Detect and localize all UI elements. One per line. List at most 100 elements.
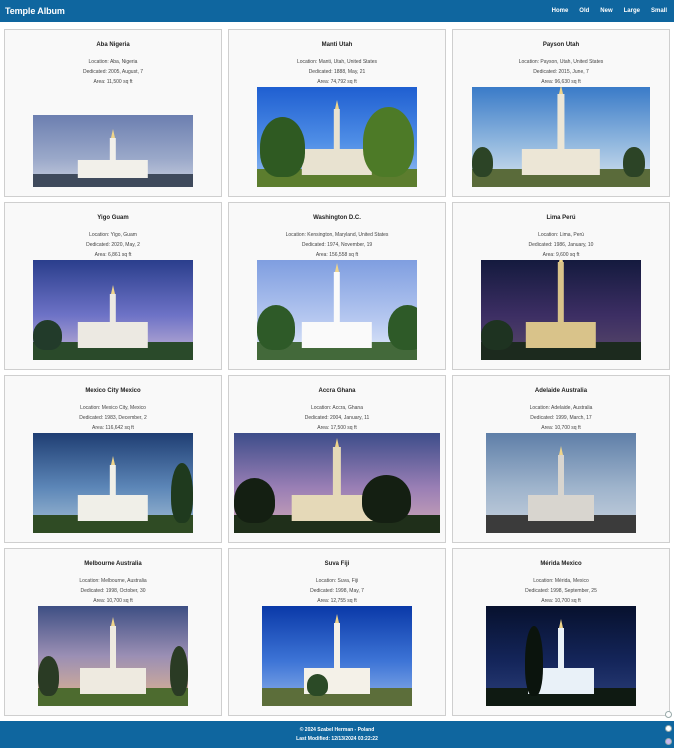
temple-location: Location: Mérida, Mexico xyxy=(533,578,589,584)
temple-name: Accra Ghana xyxy=(318,388,356,394)
browser-extension-icon[interactable] xyxy=(665,711,672,718)
tree xyxy=(307,674,328,696)
temple-building xyxy=(80,668,146,694)
tree xyxy=(472,147,494,177)
temple-name: Washington D.C. xyxy=(313,215,361,221)
temple-spire xyxy=(557,94,565,149)
temple-dedicated: Dedicated: 2004, January, 11 xyxy=(304,415,370,421)
site-header: Temple Album Home Old New Large Small xyxy=(0,0,674,22)
temple-photo[interactable] xyxy=(257,260,417,360)
temple-dedicated: Dedicated: 1983, December, 2 xyxy=(79,415,147,421)
temple-area: Area: 9,600 sq ft xyxy=(542,252,580,258)
temple-area: Area: 11,500 sq ft xyxy=(93,79,133,85)
temple-area: Area: 116,642 sq ft xyxy=(92,425,134,431)
temple-spire xyxy=(332,447,342,495)
tree xyxy=(388,305,417,350)
temple-spire xyxy=(109,138,117,160)
nav-new-link[interactable]: New xyxy=(600,8,612,14)
temple-area: Area: 6,861 sq ft xyxy=(94,252,132,258)
angel-moroni-statue xyxy=(559,260,563,262)
temple-location: Location: Payson, Utah, United States xyxy=(518,59,604,65)
temple-name: Adelaide Australia xyxy=(534,388,588,394)
temple-spire xyxy=(334,623,340,668)
temple-building xyxy=(77,322,149,348)
temple-location: Location: Melbourne, Australia xyxy=(79,578,147,584)
angel-moroni-statue xyxy=(335,263,339,272)
temple-photo[interactable] xyxy=(38,606,188,706)
temple-photo[interactable] xyxy=(234,433,440,533)
tree xyxy=(38,656,59,696)
tree xyxy=(525,626,543,696)
assistant-icon[interactable] xyxy=(665,738,672,745)
nav-old-link[interactable]: Old xyxy=(579,8,589,14)
temple-card: Melbourne Australia Location: Melbourne, … xyxy=(4,548,222,716)
site-title[interactable]: Temple Album xyxy=(5,6,65,16)
temple-dedicated: Dedicated: 1986, January, 10 xyxy=(528,242,594,248)
site-footer: © 2024 Szabel Herman - Poland Last Modif… xyxy=(0,721,674,748)
temple-grid: Aba Nigeria Location: Aba, Nigeria Dedicat… xyxy=(4,29,670,716)
temple-building xyxy=(521,149,601,175)
temple-location: Location: Suva, Fiji xyxy=(315,578,359,584)
tree xyxy=(170,463,193,523)
temple-photo[interactable] xyxy=(33,115,193,187)
nav-small-link[interactable]: Small xyxy=(651,8,667,14)
temple-dedicated: Dedicated: 1974, November, 19 xyxy=(301,242,373,248)
temple-location: Location: Manti, Utah, United States xyxy=(296,59,378,65)
angel-moroni-statue xyxy=(559,87,563,94)
temple-dedicated: Dedicated: 2005, August, 7 xyxy=(82,69,144,75)
temple-dedicated: Dedicated: 1998, September, 25 xyxy=(525,588,597,594)
last-modified-text: Last Modified: 12/13/2024 03:22:22 xyxy=(296,736,378,742)
temple-dedicated: Dedicated: 1999, March, 17 xyxy=(530,415,592,421)
temple-card: Washington D.C. Location: Kensington, Mar… xyxy=(228,202,446,370)
temple-name: Mexico City Mexico xyxy=(85,388,141,394)
angel-moroni-statue xyxy=(335,614,339,623)
temple-card: Lima Perú Location: Lima, Perú Dedicated: … xyxy=(452,202,670,370)
temple-photo[interactable] xyxy=(33,433,193,533)
temple-card: Mérida Mexico Location: Mérida, Mexico Ded… xyxy=(452,548,670,716)
temple-photo[interactable] xyxy=(481,260,641,360)
temple-building xyxy=(301,149,373,175)
temple-photo[interactable] xyxy=(472,87,650,187)
temple-photo[interactable] xyxy=(257,87,417,187)
temple-name: Aba Nigeria xyxy=(96,42,130,48)
temple-area: Area: 74,792 sq ft xyxy=(317,79,357,85)
angel-moroni-statue xyxy=(111,456,115,465)
temple-location: Location: Accra, Ghana xyxy=(311,405,363,411)
temple-spire xyxy=(333,109,341,149)
temple-building xyxy=(77,159,149,179)
temple-spire xyxy=(558,628,564,668)
browser-extension-icon[interactable] xyxy=(665,725,672,732)
tree xyxy=(257,305,296,350)
temple-card: Accra Ghana Location: Accra, Ghana Dedicat… xyxy=(228,375,446,543)
nav-large-link[interactable]: Large xyxy=(624,8,640,14)
tree xyxy=(623,147,645,177)
temple-spire xyxy=(109,294,117,322)
temple-area: Area: 10,700 sq ft xyxy=(541,598,581,604)
temple-card: Aba Nigeria Location: Aba, Nigeria Dedicat… xyxy=(4,29,222,197)
angel-moroni-statue xyxy=(559,619,563,628)
temple-card: Mexico City Mexico Location: Mexico City,… xyxy=(4,375,222,543)
temple-photo[interactable] xyxy=(262,606,412,706)
temple-location: Location: Lima, Perú xyxy=(538,232,584,238)
nav-home-link[interactable]: Home xyxy=(552,8,569,14)
temple-card: Manti Utah Location: Manti, Utah, United … xyxy=(228,29,446,197)
tree xyxy=(234,478,276,523)
tree xyxy=(170,646,188,696)
temple-name: Mérida Mexico xyxy=(540,561,582,567)
main-nav: Home Old New Large Small xyxy=(552,8,667,14)
temple-name: Suva Fiji xyxy=(324,561,350,567)
temple-photo[interactable] xyxy=(33,260,193,360)
temple-area: Area: 10,700 sq ft xyxy=(93,598,133,604)
temple-spire xyxy=(557,262,565,322)
temple-building xyxy=(301,322,373,348)
temple-area: Area: 96,630 sq ft xyxy=(541,79,581,85)
angel-moroni-statue xyxy=(335,100,339,109)
temple-name: Yigo Guam xyxy=(97,215,129,221)
temple-dedicated: Dedicated: 1888, May, 21 xyxy=(308,69,366,75)
angel-moroni-statue xyxy=(111,617,115,626)
temple-photo[interactable] xyxy=(486,433,636,533)
temple-location: Location: Adelaide, Australia xyxy=(529,405,593,411)
temple-location: Location: Aba, Nigeria xyxy=(88,59,138,65)
temple-name: Manti Utah xyxy=(321,42,353,48)
temple-photo[interactable] xyxy=(486,606,636,706)
